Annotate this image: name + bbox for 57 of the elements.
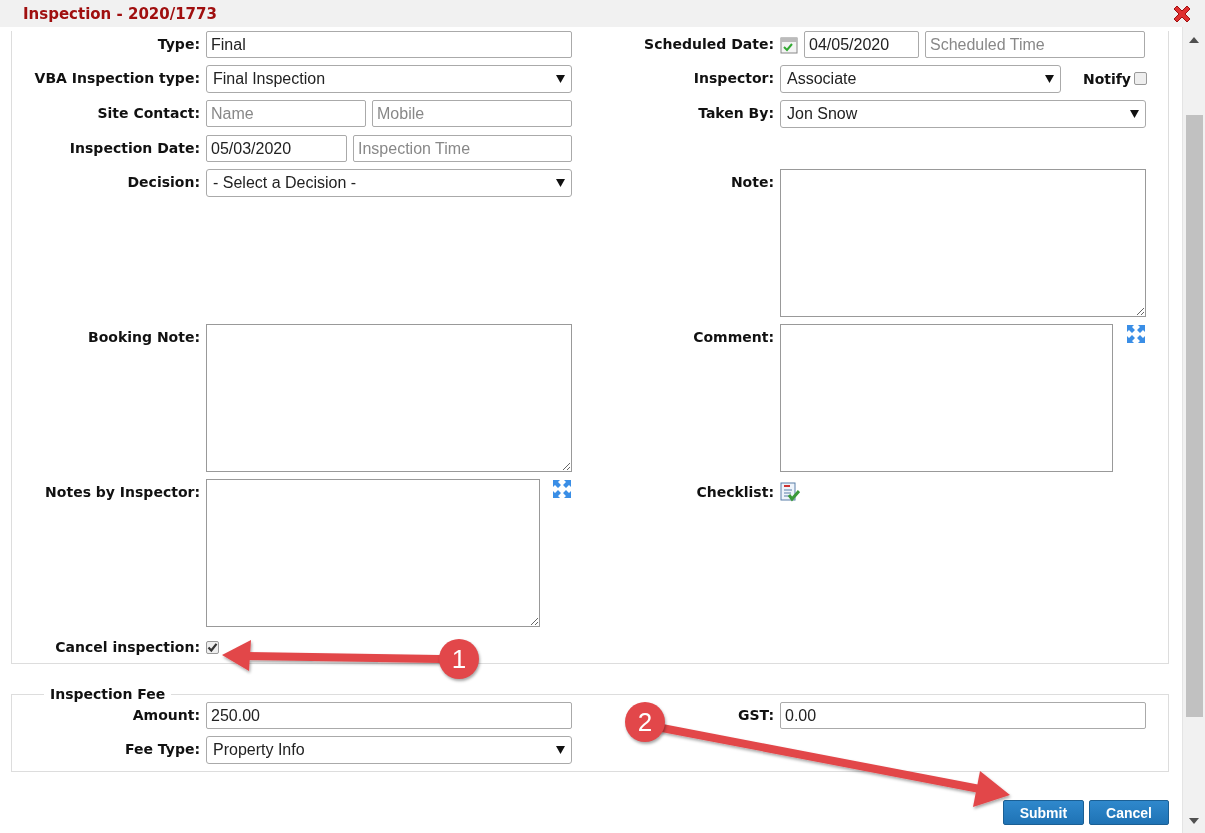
field-label: Type: <box>157 35 200 52</box>
scrollbar[interactable] <box>1182 27 1205 833</box>
inspector-notes-field[interactable] <box>206 479 540 627</box>
checkbox[interactable] <box>206 641 219 654</box>
type-field[interactable]: Final <box>206 31 572 58</box>
checkbox[interactable] <box>1134 72 1147 85</box>
field-label: Fee Type: <box>125 740 200 757</box>
name-field[interactable]: Name <box>206 100 366 127</box>
scrollbar-thumb[interactable] <box>1186 115 1203 717</box>
field-label: Note: <box>730 173 774 190</box>
caret-icon <box>1045 75 1054 83</box>
dialog-title: Inspection - 2020/1773 <box>23 4 217 23</box>
step-badge: 2 <box>625 702 665 742</box>
notify-label: Notify <box>1082 70 1131 87</box>
field-label: VBA Inspection type: <box>34 69 200 86</box>
field-label: Cancel inspection: <box>55 638 200 655</box>
expand-icon[interactable] <box>1126 324 1146 344</box>
time-field[interactable]: Scheduled Time <box>925 31 1145 58</box>
inspection-type-select[interactable]: Final Inspection <box>206 65 572 93</box>
date-field[interactable]: 04/05/2020 <box>804 31 919 58</box>
cancel-button[interactable]: Cancel <box>1089 800 1169 825</box>
submit-button[interactable]: Submit <box>1002 800 1085 825</box>
gst-field[interactable]: 0.00 <box>780 702 1146 729</box>
mobile-field[interactable]: Mobile <box>372 100 572 127</box>
field-label: Inspector: <box>693 69 774 86</box>
expand-icon[interactable] <box>552 479 572 499</box>
field-label: GST: <box>738 706 774 723</box>
field-label: Decision: <box>127 173 200 190</box>
booking-note-field[interactable] <box>206 324 572 472</box>
comment-field[interactable] <box>780 324 1113 472</box>
step-badge: 1 <box>439 639 479 679</box>
field-label: Checklist: <box>696 483 774 500</box>
time-field[interactable]: Inspection Time <box>353 135 572 162</box>
fee-type-select[interactable]: Property Info <box>206 736 572 764</box>
field-label: Notes by Inspector: <box>45 483 200 500</box>
caret-icon <box>556 179 565 187</box>
inspector-select[interactable]: Associate <box>780 65 1061 93</box>
caret-icon <box>1130 110 1139 118</box>
section-title: Inspection Fee <box>49 686 167 702</box>
scroll-down-icon[interactable] <box>1189 818 1199 824</box>
calendar-icon[interactable] <box>780 36 798 54</box>
note-field[interactable] <box>780 169 1146 317</box>
amount-field[interactable]: 250.00 <box>206 702 572 729</box>
field-label: Site Contact: <box>97 104 200 121</box>
field-label: Booking Note: <box>88 328 200 345</box>
scroll-up-icon[interactable] <box>1189 37 1199 43</box>
field-label: Inspection Date: <box>69 139 200 156</box>
field-label: Taken By: <box>698 104 774 121</box>
field-label: Amount: <box>132 706 200 723</box>
caret-icon <box>556 746 565 754</box>
field-label: Scheduled Date: <box>644 35 774 52</box>
caret-icon <box>556 75 565 83</box>
decision-select[interactable]: - Select a Decision - <box>206 169 572 197</box>
field-label: Comment: <box>693 328 774 345</box>
taken-by-select[interactable]: Jon Snow <box>780 100 1146 128</box>
checklist-icon[interactable] <box>780 482 800 502</box>
date-field[interactable]: 05/03/2020 <box>206 135 347 162</box>
